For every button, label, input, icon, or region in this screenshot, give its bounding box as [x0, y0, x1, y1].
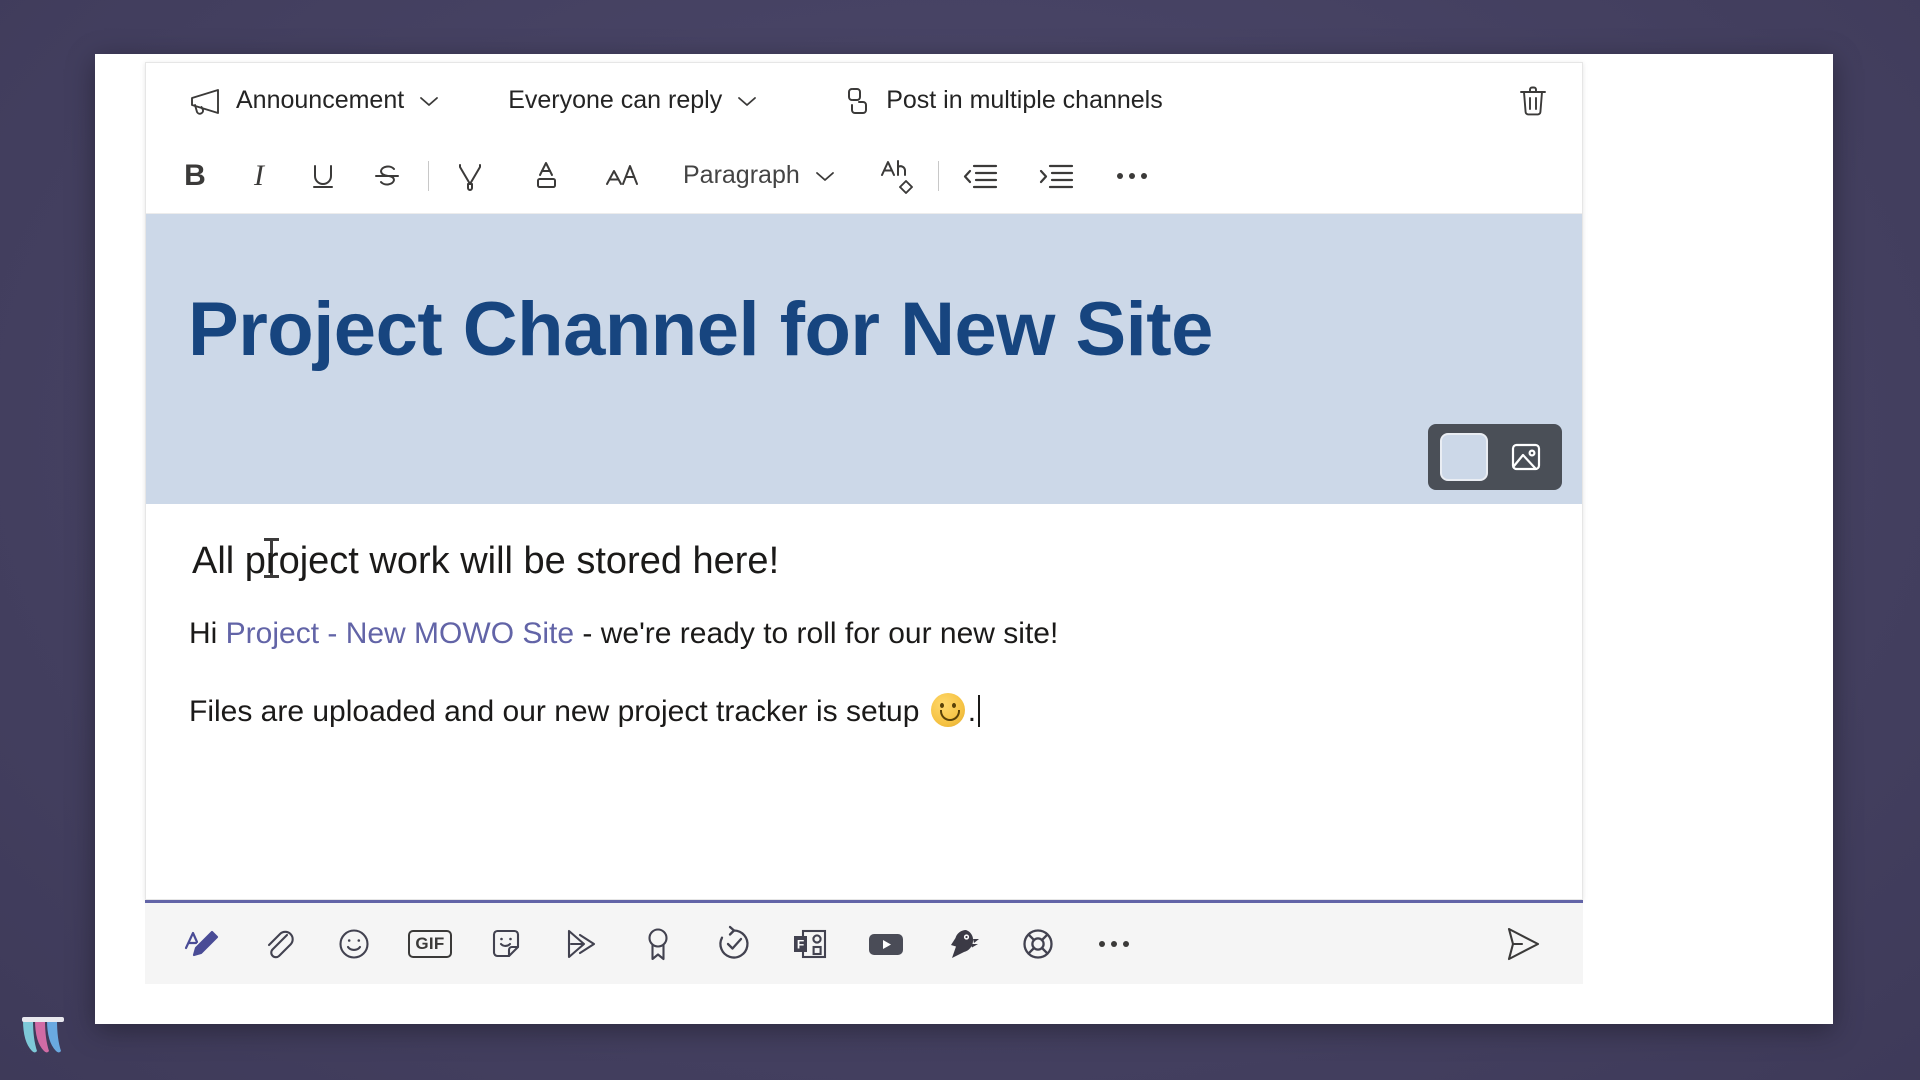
message-line-files[interactable]: Files are uploaded and our new project t…	[189, 693, 1538, 729]
italic-icon: I	[254, 158, 264, 192]
announcement-compose-card: Announcement Everyone can reply Post in …	[145, 62, 1583, 900]
smiley-icon	[339, 928, 369, 959]
message-body[interactable]: All project work will be stored here! Hi…	[146, 504, 1582, 899]
clear-formatting-icon	[880, 159, 913, 194]
font-size-icon	[606, 164, 638, 185]
trash-icon	[1520, 86, 1546, 115]
post-multiple-channels-button[interactable]: Post in multiple channels	[830, 78, 1173, 124]
rich-text-format-toolbar: B I Paragraph	[146, 138, 1582, 214]
announcement-headline-text[interactable]: Project Channel for New Site	[188, 286, 1213, 373]
files-prefix: Files are uploaded and our new project t…	[189, 695, 928, 728]
megaphone-icon	[186, 86, 222, 116]
italic-button[interactable]: I	[232, 151, 286, 201]
youtube-button[interactable]	[855, 914, 917, 974]
youtube-icon	[869, 933, 903, 955]
decrease-indent-icon	[963, 164, 997, 188]
sticker-icon	[492, 929, 520, 957]
post-multiple-channels-label: Post in multiple channels	[886, 86, 1163, 114]
forms-button[interactable]: F	[779, 914, 841, 974]
lifebuoy-icon	[1023, 928, 1053, 959]
chevron-down-icon	[736, 94, 758, 108]
message-heading-text: All project work will be stored here!	[192, 540, 780, 582]
greeting-prefix: Hi	[189, 617, 226, 650]
paperclip-icon	[267, 930, 294, 958]
mention-chip[interactable]: Project - New MOWO Site	[226, 617, 574, 650]
text-cursor-icon	[264, 538, 279, 578]
bold-button[interactable]: B	[168, 151, 222, 201]
slightly-smiling-face-icon	[930, 693, 965, 727]
bold-icon: B	[184, 158, 206, 192]
increase-indent-button[interactable]	[1029, 151, 1083, 201]
award-ribbon-icon	[648, 927, 668, 960]
gif-icon: GIF	[408, 929, 452, 958]
compose-options-row: Announcement Everyone can reply Post in …	[146, 63, 1582, 138]
image-icon	[1511, 443, 1541, 471]
approvals-button[interactable]	[703, 914, 765, 974]
font-color-icon	[537, 161, 556, 188]
banner-image-button[interactable]	[1502, 433, 1550, 481]
stream-button[interactable]	[551, 914, 613, 974]
stream-icon	[567, 929, 596, 958]
paragraph-style-label: Paragraph	[683, 161, 800, 189]
more-apps-button[interactable]	[1083, 914, 1145, 974]
compose-action-bar: GIF F	[145, 900, 1583, 984]
toolbar-divider	[937, 160, 939, 191]
highlight-button[interactable]	[443, 151, 497, 201]
giphy-button[interactable]: GIF	[399, 914, 461, 974]
polly-button[interactable]	[931, 914, 993, 974]
send-button[interactable]	[1491, 914, 1555, 974]
chevron-down-icon	[418, 94, 440, 108]
emoji-button[interactable]	[323, 914, 385, 974]
attach-file-button[interactable]	[247, 914, 309, 974]
clear-formatting-button[interactable]	[870, 151, 924, 201]
text-insertion-caret	[978, 695, 981, 727]
message-heading[interactable]: All project work will be stored here!	[192, 538, 1538, 583]
send-icon	[1507, 927, 1540, 960]
ellipsis-icon	[1116, 172, 1147, 179]
support-button[interactable]	[1007, 914, 1069, 974]
paragraph-style-selector[interactable]: Paragraph	[671, 151, 848, 201]
format-button[interactable]	[171, 914, 233, 974]
strikethrough-icon	[375, 165, 399, 185]
more-formatting-options-button[interactable]	[1105, 151, 1159, 201]
greeting-suffix: - we're ready to roll for our new site!	[574, 617, 1059, 650]
forms-icon: F	[794, 929, 827, 958]
announcement-headline-banner[interactable]: Project Channel for New Site	[146, 214, 1582, 504]
praise-button[interactable]	[627, 914, 689, 974]
delete-draft-button[interactable]	[1510, 78, 1556, 124]
reply-permission-label: Everyone can reply	[508, 86, 723, 114]
decrease-indent-button[interactable]	[953, 151, 1007, 201]
files-suffix: .	[967, 695, 977, 728]
banner-image-controls	[1428, 424, 1562, 490]
strikethrough-button[interactable]	[360, 151, 414, 201]
banner-color-swatch[interactable]	[1440, 433, 1488, 481]
format-text-icon	[184, 930, 219, 956]
post-type-selector[interactable]: Announcement	[176, 78, 450, 124]
message-line-greeting[interactable]: Hi Project - New MOWO Site - we're ready…	[189, 617, 1538, 651]
toolbar-divider	[428, 160, 429, 191]
chevron-down-icon	[814, 169, 836, 183]
font-color-button[interactable]	[519, 151, 573, 201]
reply-permission-selector[interactable]: Everyone can reply	[498, 78, 768, 124]
sticker-button[interactable]	[475, 914, 537, 974]
increase-indent-icon	[1039, 164, 1073, 188]
ellipsis-icon	[1099, 940, 1129, 947]
approvals-icon	[719, 925, 749, 959]
multi-channel-icon	[840, 85, 872, 117]
underline-icon	[313, 164, 333, 188]
font-size-button[interactable]	[595, 151, 649, 201]
svg-text:F: F	[797, 937, 804, 951]
wordpress-logo[interactable]	[20, 1014, 66, 1058]
post-type-label: Announcement	[236, 86, 405, 114]
parrot-icon	[951, 929, 979, 958]
highlighter-icon	[459, 163, 481, 191]
underline-button[interactable]	[296, 151, 350, 201]
